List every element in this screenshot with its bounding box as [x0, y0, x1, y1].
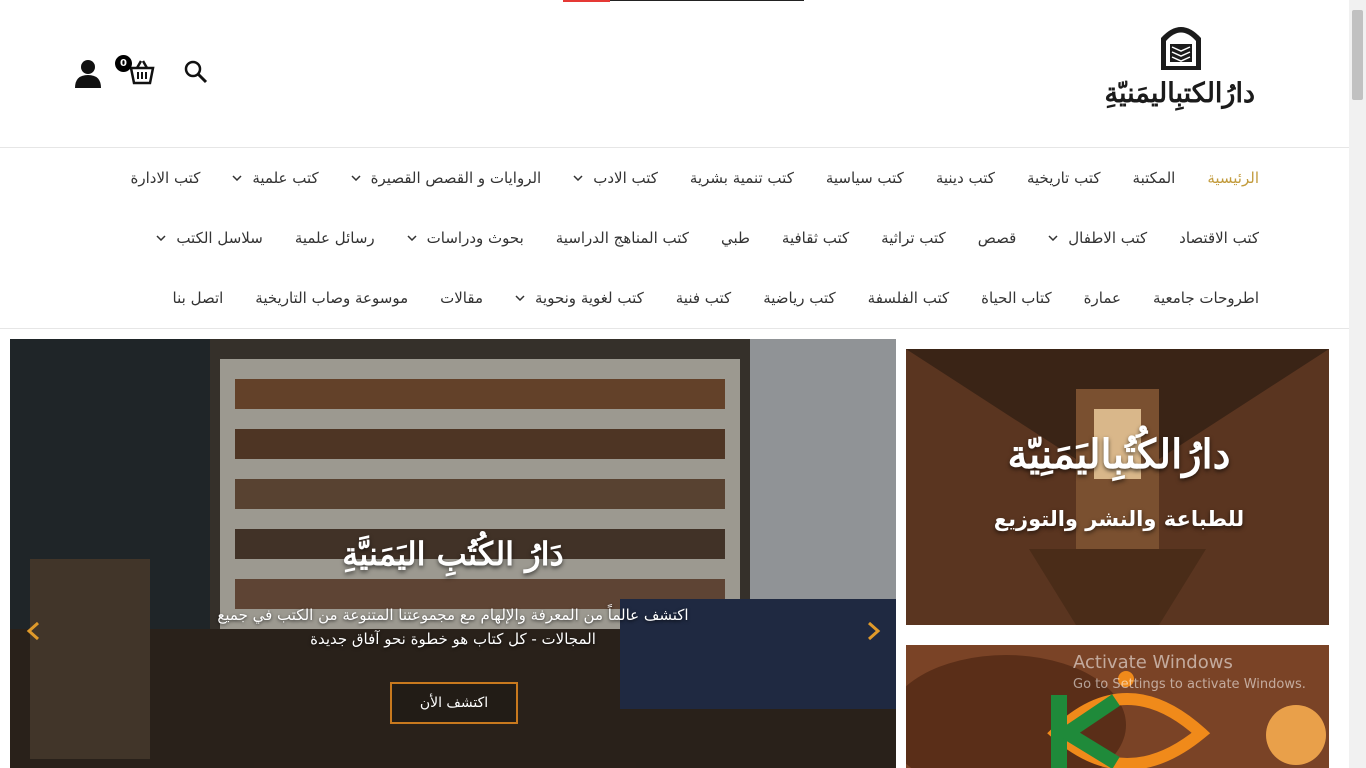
- nav-item[interactable]: الروايات و القصص القصيرة: [351, 169, 542, 187]
- nav-item[interactable]: كتب تراثية: [881, 229, 946, 247]
- nav-item[interactable]: كتب لغوية ونحوية: [515, 289, 644, 307]
- nav-item-label: طبي: [720, 229, 750, 247]
- nav-item[interactable]: كتب فنية: [676, 289, 731, 307]
- nav-item[interactable]: كتب الفلسفة: [868, 289, 949, 307]
- nav-item-label: كتب تنمية بشرية: [689, 169, 794, 187]
- nav-item-label: المكتبة: [1132, 169, 1176, 187]
- nav-row-2: كتب الاقتصاد كتب الاطفال قصص كتب تراثية كتب …: [124, 208, 1259, 268]
- chevron-down-icon: [156, 235, 166, 241]
- nav-item[interactable]: موسوعة وصاب التاريخية: [255, 289, 408, 307]
- nav-item[interactable]: قصص: [978, 229, 1017, 247]
- scrollbar-thumb[interactable]: [1352, 10, 1363, 100]
- nav-item[interactable]: اتصل بنا: [173, 289, 224, 307]
- nav-item[interactable]: كتب الادارة: [131, 169, 201, 187]
- chevron-down-icon: [1048, 235, 1058, 241]
- nav-item[interactable]: كتب تاريخية: [1027, 169, 1101, 187]
- nav-item-label: كتب الاقتصاد: [1179, 229, 1259, 247]
- nav-item-label: كتاب الحياة: [981, 289, 1052, 307]
- nav-item-label: كتب تاريخية: [1026, 169, 1101, 187]
- hero-description: اكتشف عالماً من المعرفة والإلهام مع مجمو…: [217, 606, 689, 648]
- nav-item-label: موسوعة وصاب التاريخية: [255, 289, 409, 307]
- chevron-down-icon: [351, 175, 361, 181]
- nav-item[interactable]: رسائل علمية: [295, 229, 375, 247]
- discover-now-button[interactable]: اكتشف الأن: [390, 682, 518, 724]
- nav-item-label: رسائل علمية: [294, 229, 375, 247]
- nav-item-label: كتب لغوية ونحوية: [534, 289, 644, 307]
- main-navigation: الرئيسية المكتبة كتب تاريخية كتب دينية كتب س…: [0, 148, 1349, 329]
- site-logo[interactable]: دارُالكتبِاليمَنيّةِ: [1105, 18, 1255, 122]
- nav-item[interactable]: سلاسل الكتب: [156, 229, 263, 247]
- chevron-down-icon: [407, 235, 417, 241]
- slider-next-arrow-icon[interactable]: [863, 621, 883, 641]
- nav-item-label: عمارة: [1083, 289, 1121, 307]
- nav-item[interactable]: كتب دينية: [936, 169, 995, 187]
- nav-item[interactable]: المكتبة: [1133, 169, 1176, 187]
- nav-item[interactable]: كتب علمية: [232, 169, 319, 187]
- nav-item-label: سلاسل الكتب: [176, 229, 263, 247]
- nav-item[interactable]: كتب المناهج الدراسية: [556, 229, 689, 247]
- hero-slider: دَارُ الكُتُبِ اليَمَنيَّةِ اكتشف عالماً…: [10, 339, 896, 768]
- nav-item-label: كتب تراثية: [881, 229, 946, 247]
- nav-item[interactable]: كتاب الحياة: [981, 289, 1052, 307]
- nav-item[interactable]: مقالات: [440, 289, 483, 307]
- cart-count-badge: 0: [115, 55, 132, 72]
- nav-item[interactable]: طبي: [721, 229, 750, 247]
- chevron-down-icon: [232, 175, 242, 181]
- slider-prev-arrow-icon[interactable]: [24, 621, 44, 641]
- nav-item-label: كتب الادب: [593, 169, 658, 187]
- book-emblem-icon: [1161, 27, 1201, 70]
- nav-item[interactable]: اطروحات جامعية: [1153, 289, 1259, 307]
- watermark-line-2: Go to Settings to activate Windows.: [1073, 677, 1306, 692]
- nav-item-label: كتب سياسية: [825, 169, 904, 187]
- nav-item-label: الروايات و القصص القصيرة: [370, 169, 542, 187]
- nav-item-label: كتب دينية: [935, 169, 995, 187]
- windows-activation-watermark: Activate Windows Go to Settings to activ…: [1073, 652, 1306, 692]
- page-scrollbar[interactable]: [1349, 0, 1366, 768]
- nav-item-label: كتب الفلسفة: [867, 289, 950, 307]
- nav-item[interactable]: كتب الاطفال: [1048, 229, 1147, 247]
- nav-item-label: بحوث ودراسات: [426, 229, 524, 247]
- nav-item[interactable]: كتب تنمية بشرية: [690, 169, 794, 187]
- chevron-down-icon: [515, 295, 525, 301]
- nav-item[interactable]: كتب ثقافية: [782, 229, 849, 247]
- nav-item-label: مقالات: [440, 289, 483, 307]
- nav-item-label: كتب علمية: [252, 169, 319, 187]
- library-hall-image: [906, 349, 1329, 625]
- search-icon[interactable]: [184, 60, 208, 84]
- watermark-line-1: Activate Windows: [1073, 652, 1233, 673]
- nav-item-label: الرئيسية: [1207, 169, 1259, 187]
- nav-item[interactable]: كتب الادب: [573, 169, 658, 187]
- nav-item[interactable]: كتب سياسية: [826, 169, 904, 187]
- nav-item-label: اتصل بنا: [172, 289, 224, 307]
- cart-icon[interactable]: [128, 58, 156, 86]
- nav-item-label: كتب الاطفال: [1068, 229, 1148, 247]
- nav-item[interactable]: كتب الاقتصاد: [1179, 229, 1259, 247]
- nav-item-label: اطروحات جامعية: [1152, 289, 1259, 307]
- nav-item-label: كتب المناهج الدراسية: [555, 229, 689, 247]
- nav-item-label: كتب فنية: [675, 289, 732, 307]
- nav-item-label: كتب ثقافية: [781, 229, 850, 247]
- nav-item-label: كتب رياضية: [763, 289, 836, 307]
- promo-banner-library[interactable]: دارُالكُتُبِاليَمَنِيّة للطباعة والنشر و…: [906, 349, 1329, 625]
- nav-row-1: الرئيسية المكتبة كتب تاريخية كتب دينية كتب س…: [99, 148, 1260, 208]
- banner-subtitle: للطباعة والنشر والتوزيع: [993, 507, 1245, 531]
- nav-item-label: كتب الادارة: [130, 169, 201, 187]
- user-icon[interactable]: [74, 58, 102, 88]
- chevron-down-icon: [573, 175, 583, 181]
- hero-title: دَارُ الكُتُبِ اليَمَنيَّةِ: [342, 535, 564, 573]
- logo-text: دارُالكتبِاليمَنيّةِ: [1104, 78, 1255, 109]
- nav-item[interactable]: كتب رياضية: [763, 289, 835, 307]
- nav-item[interactable]: الرئيسية: [1207, 169, 1259, 187]
- nav-item[interactable]: بحوث ودراسات: [407, 229, 524, 247]
- nav-item-label: قصص: [977, 229, 1017, 247]
- nav-row-3: اطروحات جامعية عمارة كتاب الحياة كتب الفلسف…: [141, 268, 1259, 328]
- site-header: دارُالكتبِاليمَنيّةِ 0: [0, 0, 1349, 148]
- nav-item[interactable]: عمارة: [1084, 289, 1121, 307]
- banner-title: دارُالكُتُبِاليَمَنِيّة: [1007, 431, 1231, 478]
